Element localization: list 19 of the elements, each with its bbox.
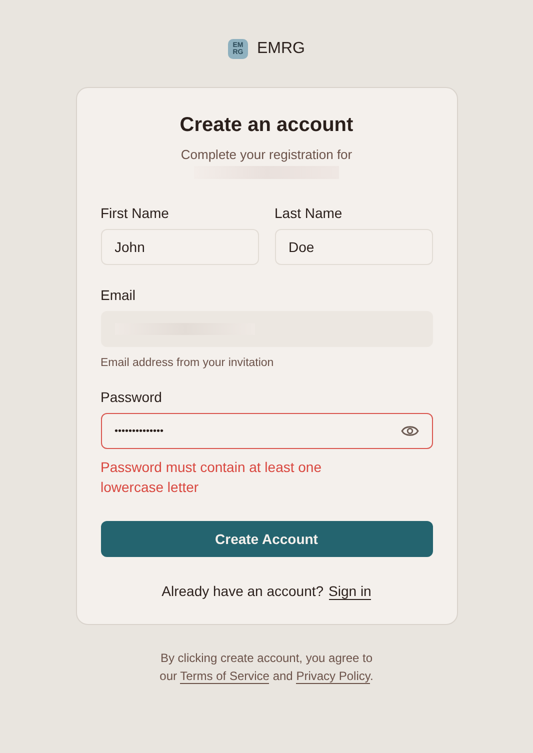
eye-icon[interactable] <box>400 424 418 438</box>
error-message: Password must contain at least one lowercase letter <box>100 458 323 497</box>
card-title: Create an account <box>178 114 354 137</box>
field-label: Password <box>100 389 163 405</box>
input-field[interactable]: Doe <box>274 229 432 265</box>
signin-prompt: Already have an account? <box>162 583 324 600</box>
password-field[interactable]: •••••••••••••• <box>100 413 432 449</box>
policy-link[interactable]: Terms of Service <box>180 669 270 684</box>
card-subtitle: Complete your registration for <box>180 147 354 162</box>
field-label: Email <box>100 287 137 303</box>
input-field[interactable]: John <box>100 229 258 265</box>
sign-in-link[interactable]: Sign in <box>328 583 372 600</box>
policy-link[interactable]: Privacy Policy <box>296 669 370 684</box>
field-label: First Name <box>100 205 170 221</box>
field-label: Last Name <box>274 205 344 221</box>
terms-notice: By clicking create account, you agree to our Terms of Service and Privacy Policy. <box>158 650 374 685</box>
create-account-button[interactable]: Create Account <box>100 521 432 557</box>
field-hint: Email address from your invitation <box>100 357 275 369</box>
brand-name: EMRG <box>257 40 305 58</box>
